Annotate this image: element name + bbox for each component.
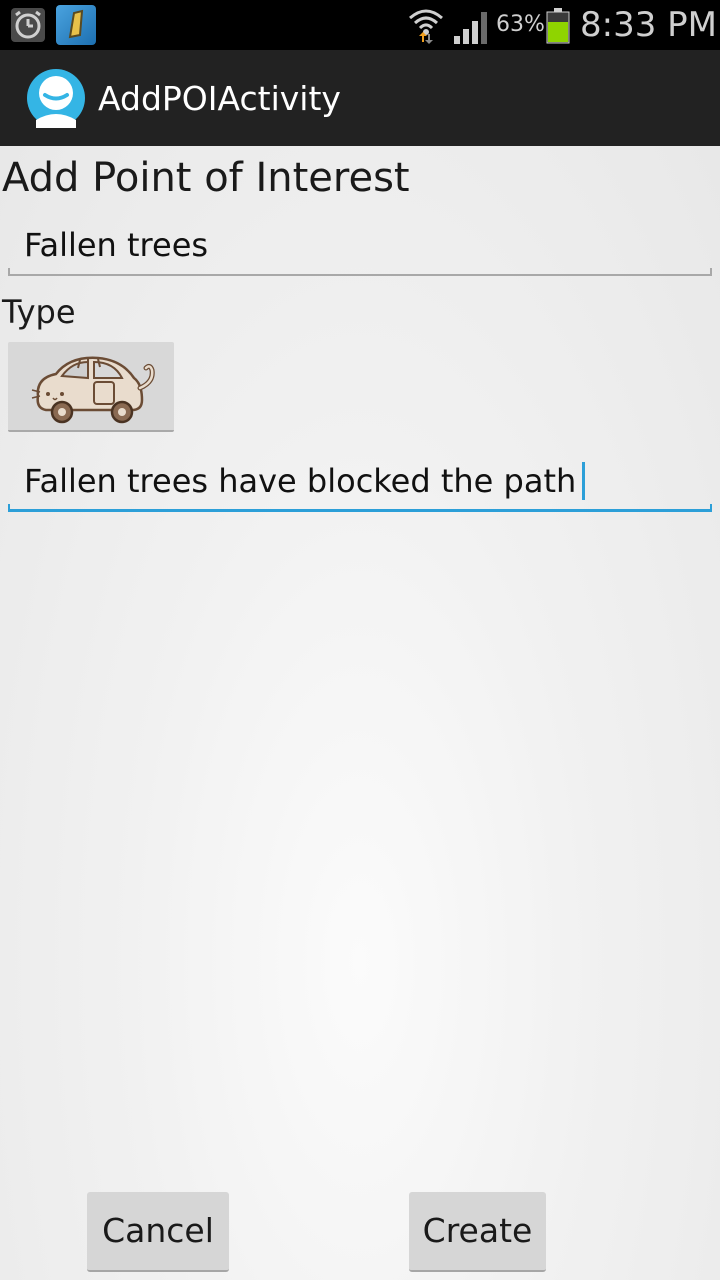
- app-avatar-icon[interactable]: [26, 68, 86, 128]
- battery-icon: [546, 8, 570, 44]
- pusheen-car-icon: [31, 356, 155, 424]
- description-field[interactable]: Fallen trees have blocked the path: [8, 452, 712, 512]
- wifi-icon: [409, 9, 443, 44]
- type-label: Type: [2, 293, 76, 331]
- name-field-right-tick: [710, 268, 712, 276]
- alarm-icon: [11, 8, 45, 42]
- description-field-value: Fallen trees have blocked the path: [24, 460, 586, 502]
- form-content: Add Point of Interest Fallen trees Type: [0, 146, 720, 1280]
- battery-percent: 63%: [496, 12, 545, 37]
- signal-icon: [454, 12, 487, 44]
- create-button[interactable]: Create: [409, 1192, 546, 1272]
- description-field-left-tick: [8, 504, 10, 512]
- name-field-value: Fallen trees: [24, 226, 209, 264]
- page-title: Add Point of Interest: [2, 155, 410, 201]
- name-field-underline: [8, 274, 712, 276]
- status-bar: 63% 8:33 PM: [0, 0, 720, 50]
- type-select-button[interactable]: [8, 342, 174, 432]
- app-title: AddPOIActivity: [98, 79, 341, 118]
- text-cursor: [582, 462, 586, 500]
- description-field-right-tick: [710, 504, 712, 512]
- cancel-button[interactable]: Cancel: [87, 1192, 229, 1272]
- name-field-left-tick: [8, 268, 10, 276]
- action-bar: AddPOIActivity: [0, 50, 720, 146]
- note-app-icon: [56, 5, 96, 45]
- name-field[interactable]: Fallen trees: [8, 216, 712, 276]
- status-clock: 8:33 PM: [580, 5, 717, 45]
- description-field-underline: [8, 509, 712, 512]
- description-text: Fallen trees have blocked the path: [24, 462, 577, 500]
